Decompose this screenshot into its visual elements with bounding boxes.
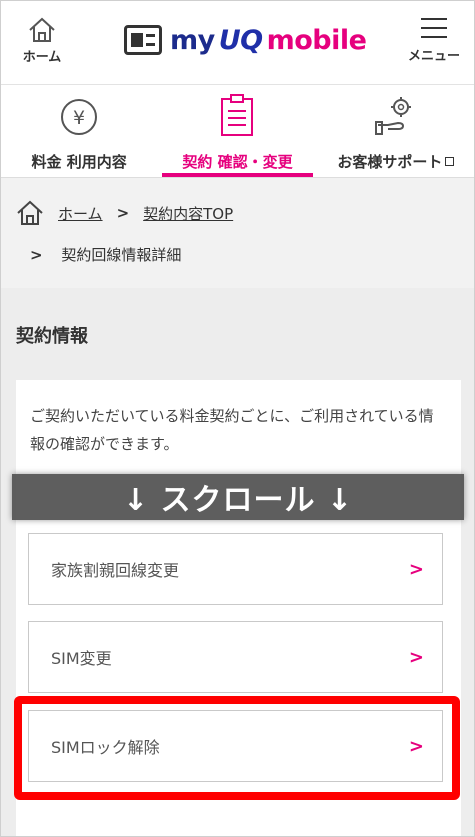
breadcrumb: ホーム > 契約内容TOP > 契約回線情報詳細 bbox=[0, 178, 475, 288]
list-item-label: SIM変更 bbox=[51, 649, 112, 668]
chevron-right-icon: > bbox=[408, 735, 424, 757]
tab-billing-label: 料金 利用内容 bbox=[31, 153, 127, 171]
list-item-label: 家族割親回線変更 bbox=[51, 561, 180, 580]
list-item-label: SIMロック解除 bbox=[51, 738, 160, 757]
tab-support-label: お客様サポート bbox=[317, 151, 475, 172]
breadcrumb-contract-top-link[interactable]: 契約内容TOP bbox=[143, 203, 233, 224]
home-icon bbox=[29, 17, 55, 42]
menu-button[interactable]: メニュー bbox=[403, 18, 465, 74]
support-gear-hand-icon bbox=[374, 97, 411, 135]
section-description: ご契約いただいている料金契約ごとに、ご利用されている情報の確認ができます。 bbox=[30, 407, 434, 453]
tab-support[interactable]: お客様サポート bbox=[317, 85, 475, 177]
logo-mobile: mobile bbox=[266, 24, 367, 56]
menu-label: メニュー bbox=[407, 49, 460, 64]
main-tabs: ¥ 料金 利用内容 契約 確認・変更 お客様サポート bbox=[0, 85, 475, 178]
home-label: ホーム bbox=[22, 50, 62, 65]
breadcrumb-home-link[interactable]: ホーム bbox=[58, 203, 103, 224]
chevron-right-icon: > bbox=[408, 558, 424, 580]
breadcrumb-current: 契約回線情報詳細 bbox=[61, 246, 182, 264]
app-header: ホーム my UQ mobile メニュー bbox=[0, 0, 475, 85]
tab-support-text: お客様サポート bbox=[337, 153, 443, 171]
tab-contract-label: 契約 確認・変更 bbox=[182, 153, 293, 171]
member-card-icon bbox=[124, 25, 162, 55]
home-button[interactable]: ホーム bbox=[14, 16, 70, 72]
breadcrumb-home-icon bbox=[17, 200, 43, 225]
svg-text:¥: ¥ bbox=[73, 107, 85, 129]
clipboard-icon bbox=[221, 94, 254, 136]
family-discount-parent-line-change-button[interactable]: 家族割親回線変更 > bbox=[28, 533, 443, 605]
yen-coin-icon: ¥ bbox=[61, 99, 98, 135]
sim-change-button[interactable]: SIM変更 > bbox=[28, 621, 443, 693]
logo-text: my UQ mobile bbox=[170, 24, 367, 56]
logo-uq: UQ bbox=[218, 24, 263, 56]
chevron-right-icon: > bbox=[408, 646, 424, 668]
breadcrumb-separator: > bbox=[116, 204, 130, 222]
my-uq-mobile-logo[interactable]: my UQ mobile bbox=[124, 22, 367, 58]
scroll-indicator-banner: ↓ スクロール ↓ bbox=[12, 474, 464, 520]
contract-info-section: 契約情報 ご契約いただいている料金契約ごとに、ご利用されている情報の確認ができま… bbox=[0, 288, 475, 837]
external-link-icon bbox=[445, 157, 455, 166]
breadcrumb-separator: > bbox=[30, 246, 43, 264]
contract-info-card: ご契約いただいている料金契約ごとに、ご利用されている情報の確認ができます。 家族… bbox=[16, 380, 461, 837]
tab-billing[interactable]: ¥ 料金 利用内容 bbox=[0, 85, 158, 177]
sim-unlock-button[interactable]: SIMロック解除 > bbox=[28, 710, 443, 782]
logo-my: my bbox=[170, 24, 215, 56]
section-title: 契約情報 bbox=[16, 326, 88, 347]
hamburger-icon bbox=[421, 18, 447, 38]
tab-contract[interactable]: 契約 確認・変更 bbox=[158, 85, 316, 177]
